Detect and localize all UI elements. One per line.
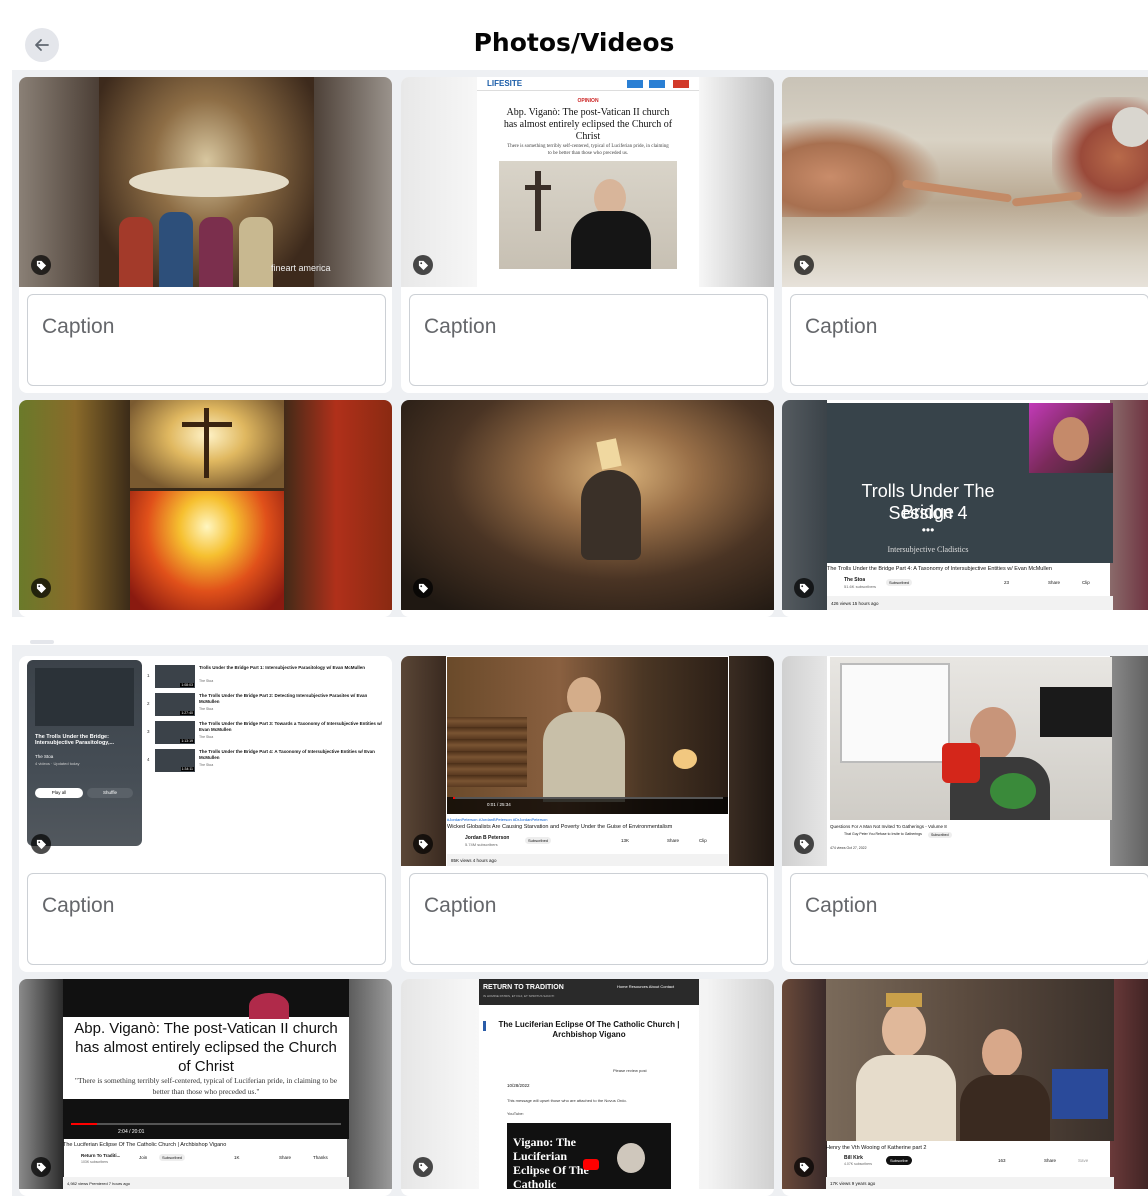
media-card: LIFESITE OPINION Abp. Viganò: The post-V… (401, 77, 774, 393)
playlist-video-title: Trolls Under the Bridge Part 1: Intersub… (199, 665, 366, 670)
screenshot-return-to-tradition[interactable]: RETURN TO TRADITION IN HOMINE PATRIS, ET… (401, 979, 774, 1189)
screenshot-henry-vth-video[interactable]: Henry the Vth Wooing of Katherine part 2… (782, 979, 1148, 1189)
playlist-duration: 1:08:03 (180, 683, 194, 687)
playlist-thumb: 1:13:19 (155, 721, 195, 744)
playlist-video-channel: The Stoa (199, 735, 214, 739)
playlist-video-list: 1 1:08:03 Trolls Under the Bridge Part 1: … (147, 664, 387, 794)
screenshot-trolls-session-4[interactable]: Trolls Under The Bridge Session 4 ••• In… (782, 400, 1148, 610)
playlist-video-row[interactable]: 4 1:34:11 The Trolls Under the Bridge Part… (147, 748, 387, 774)
media-panel-1: fineart america Caption LIFESITE OPINION… (12, 70, 1148, 617)
tag-icon[interactable] (31, 834, 51, 854)
photo-round-table[interactable]: fineart america (19, 77, 392, 287)
photos-videos-page: Photos/Videos fineart america Caption LI… (0, 0, 1148, 1196)
screenshot-trolls-playlist[interactable]: The Trolls Under the Bridge: Intersubjec… (19, 656, 392, 866)
playlist-video-channel: The Stoa (199, 763, 214, 767)
media-card: 0:01 / 25:34 #JordanPeterson #JordanBPet… (401, 656, 774, 972)
tag-icon[interactable] (794, 255, 814, 275)
tag-icon[interactable] (31, 578, 51, 598)
playlist-index: 3 (147, 729, 150, 734)
playlist-duration: 1:13:19 (180, 739, 194, 743)
photo-lifesite-article[interactable]: LIFESITE OPINION Abp. Viganò: The post-V… (401, 77, 774, 287)
tag-icon[interactable] (413, 578, 433, 598)
caption-input[interactable]: Caption (790, 294, 1148, 386)
photo-person-with-book[interactable] (401, 400, 774, 610)
tag-icon[interactable] (794, 1157, 814, 1177)
tag-icon[interactable] (794, 578, 814, 598)
tag-icon[interactable] (413, 1157, 433, 1177)
media-card: Questions For A Man Not Invited To Gathe… (782, 656, 1148, 972)
playlist-thumb: 1:34:11 (155, 749, 195, 772)
divider-handle (30, 640, 54, 644)
playlist-video-title: The Trolls Under the Bridge Part 2: Dete… (199, 693, 368, 704)
page-title: Photos/Videos (473, 28, 675, 57)
media-card: The Trolls Under the Bridge: Intersubjec… (19, 656, 392, 972)
playlist-index: 4 (147, 757, 150, 762)
tag-icon[interactable] (413, 255, 433, 275)
playlist-thumb: 1:27:40 (155, 693, 195, 716)
caption-input[interactable]: Caption (27, 873, 386, 965)
section-divider (0, 617, 1148, 645)
playlist-video-channel: The Stoa (199, 679, 214, 683)
tag-icon[interactable] (31, 1157, 51, 1177)
media-card (19, 400, 392, 617)
screenshot-jordan-peterson-video[interactable]: 0:01 / 25:34 #JordanPeterson #JordanBPet… (401, 656, 774, 866)
playlist-video-row[interactable]: 1 1:08:03 Trolls Under the Bridge Part 1: … (147, 664, 387, 690)
screenshot-streamer-video[interactable]: Questions For A Man Not Invited To Gathe… (782, 656, 1148, 866)
media-card: fineart america Caption (19, 77, 392, 393)
media-card: Caption (782, 77, 1148, 393)
media-panel-2: The Trolls Under the Bridge: Intersubjec… (12, 645, 1148, 1196)
playlist-thumb: 1:08:03 (155, 665, 195, 688)
playlist-video-channel: The Stoa (199, 707, 214, 711)
tag-icon[interactable] (413, 834, 433, 854)
tag-icon[interactable] (31, 255, 51, 275)
playlist-index: 2 (147, 701, 150, 706)
playlist-video-row[interactable]: 2 1:27:40 The Trolls Under the Bridge Part… (147, 692, 387, 718)
caption-input[interactable]: Caption (409, 873, 768, 965)
screenshot-vigano-video[interactable]: Abp. Viganò: The post-Vatican II church … (19, 979, 392, 1189)
playlist-video-title: The Trolls Under the Bridge Part 4: A Ta… (199, 749, 375, 760)
photo-creation-of-adam[interactable] (782, 77, 1148, 287)
caption-input[interactable]: Caption (27, 294, 386, 386)
playlist-video-title: The Trolls Under the Bridge Part 3: Towa… (199, 721, 382, 732)
playlist-duration: 1:34:11 (180, 767, 194, 771)
photo-crucifixion-collage[interactable] (19, 400, 392, 610)
media-card (401, 400, 774, 617)
media-card: Trolls Under The Bridge Session 4 ••• In… (782, 400, 1148, 617)
caption-input[interactable]: Caption (790, 873, 1148, 965)
media-card: Henry the Vth Wooing of Katherine part 2… (782, 979, 1148, 1196)
tag-icon[interactable] (794, 834, 814, 854)
header: Photos/Videos (0, 0, 1148, 70)
caption-input[interactable]: Caption (409, 294, 768, 386)
media-card: RETURN TO TRADITION IN HOMINE PATRIS, ET… (401, 979, 774, 1196)
playlist-index: 1 (147, 673, 150, 678)
watermark-text: fineart america (271, 263, 331, 273)
media-card: Abp. Viganò: The post-Vatican II church … (19, 979, 392, 1196)
playlist-duration: 1:27:40 (180, 711, 194, 715)
playlist-video-row[interactable]: 3 1:13:19 The Trolls Under the Bridge Part… (147, 720, 387, 746)
